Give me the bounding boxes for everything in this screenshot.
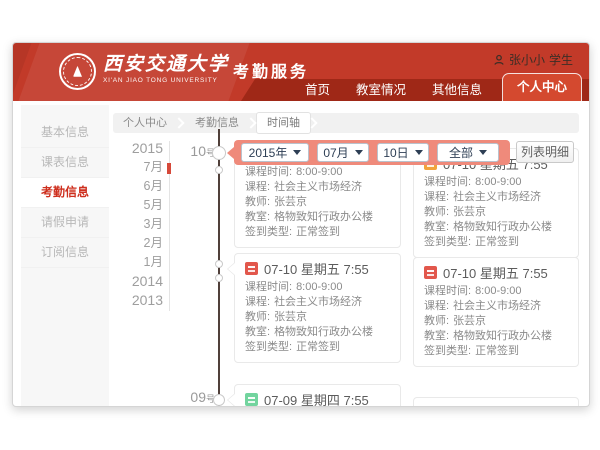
main-nav: 首页 教室情况 其他信息 个人中心: [292, 74, 581, 101]
type-select[interactable]: 全部: [437, 143, 499, 162]
university-name-en: XI'AN JIAO TONG UNIVERSITY: [103, 77, 229, 84]
nav-item-other-info[interactable]: 其他信息: [419, 79, 495, 101]
attendance-card-partial: [413, 397, 579, 407]
sidebar-item-basic-info[interactable]: 基本信息: [21, 118, 109, 148]
nav-item-classrooms[interactable]: 教室情况: [343, 79, 419, 101]
month-select[interactable]: 07月: [317, 143, 369, 162]
day-marker-10: 10号: [179, 143, 215, 161]
user-role: 学生: [549, 51, 573, 68]
day-marker-09: 09号: [179, 389, 215, 407]
timeline-month-jul[interactable]: 7月: [115, 158, 163, 177]
chevron-down-icon: [293, 150, 301, 155]
chevron-down-icon: [479, 150, 487, 155]
timeline-month-jan[interactable]: 1月: [115, 253, 163, 272]
timeline-filter-bar: 2015年 07月 10日 全部: [234, 140, 510, 165]
app-window: 西安交通大学 XI'AN JIAO TONG UNIVERSITY 考勤服务 张…: [12, 42, 590, 407]
university-name: 西安交通大学 XI'AN JIAO TONG UNIVERSITY: [103, 52, 229, 84]
sidebar-item-leave-request[interactable]: 请假申请: [21, 208, 109, 238]
timeline-year-2014[interactable]: 2014: [115, 272, 163, 291]
card-date: 07-10 星期五 7:55: [264, 259, 369, 278]
attendance-status-icon: [245, 393, 258, 406]
year-select[interactable]: 2015年: [241, 143, 309, 162]
attendance-status-icon: [245, 262, 258, 275]
attendance-card: 07-10 星期五 7:55 课程时间:8:00-9:00 课程:社会主义市场经…: [234, 253, 401, 363]
chevron-down-icon: [355, 150, 363, 155]
attendance-status-icon: [424, 266, 437, 279]
breadcrumb-timeline[interactable]: 时间轴: [257, 113, 310, 133]
timeline-node: [215, 274, 223, 282]
timeline-node: [215, 260, 223, 268]
timeline-month-jun[interactable]: 6月: [115, 177, 163, 196]
list-detail-button[interactable]: 列表明细: [516, 141, 574, 163]
timeline-year-2013[interactable]: 2013: [115, 291, 163, 310]
timeline-year-list: 2015 7月 6月 5月 3月 2月 1月 2014 2013: [115, 139, 163, 310]
user-name: 张小小: [509, 51, 545, 68]
app-header: 西安交通大学 XI'AN JIAO TONG UNIVERSITY 考勤服务 张…: [13, 43, 589, 101]
timeline-node: [212, 146, 226, 160]
timeline-month-mar[interactable]: 3月: [115, 215, 163, 234]
card-date: 07-10 星期五 7:55: [443, 263, 548, 282]
timeline-month-may[interactable]: 5月: [115, 196, 163, 215]
attendance-card: 07-09 星期四 7:55: [234, 384, 401, 407]
chevron-down-icon: [415, 150, 423, 155]
sidebar: 基本信息 课表信息 考勤信息 请假申请 订阅信息: [21, 105, 109, 406]
university-name-cn: 西安交通大学: [103, 52, 229, 76]
attendance-card: 课程时间:8:00-9:00 课程:社会主义市场经济 教师:张芸京 教室:格物致…: [234, 158, 401, 248]
breadcrumb-attendance-info[interactable]: 考勤信息: [185, 113, 249, 133]
breadcrumb-personal-center[interactable]: 个人中心: [113, 113, 177, 133]
sidebar-item-subscription-info[interactable]: 订阅信息: [21, 238, 109, 268]
timeline-month-feb[interactable]: 2月: [115, 234, 163, 253]
attendance-card: 07-10 星期五 7:55 课程时间:8:00-9:00 课程:社会主义市场经…: [413, 257, 579, 367]
breadcrumb: 个人中心 考勤信息 时间轴: [113, 113, 579, 133]
nav-item-home[interactable]: 首页: [292, 79, 343, 101]
card-date: 07-09 星期四 7:55: [264, 390, 369, 407]
sidebar-item-schedule-info[interactable]: 课表信息: [21, 148, 109, 178]
user-menu[interactable]: 张小小 学生: [493, 51, 573, 68]
nav-item-personal-center-active[interactable]: 个人中心: [503, 74, 581, 101]
university-logo: [59, 53, 96, 90]
day-select[interactable]: 10日: [377, 143, 429, 162]
timeline-node: [213, 394, 225, 406]
timeline-year-2015[interactable]: 2015: [115, 139, 163, 158]
sidebar-item-attendance-info[interactable]: 考勤信息: [21, 178, 109, 208]
timeline-node: [215, 166, 223, 174]
person-icon: [493, 54, 505, 66]
selected-month-marker: [167, 163, 171, 174]
